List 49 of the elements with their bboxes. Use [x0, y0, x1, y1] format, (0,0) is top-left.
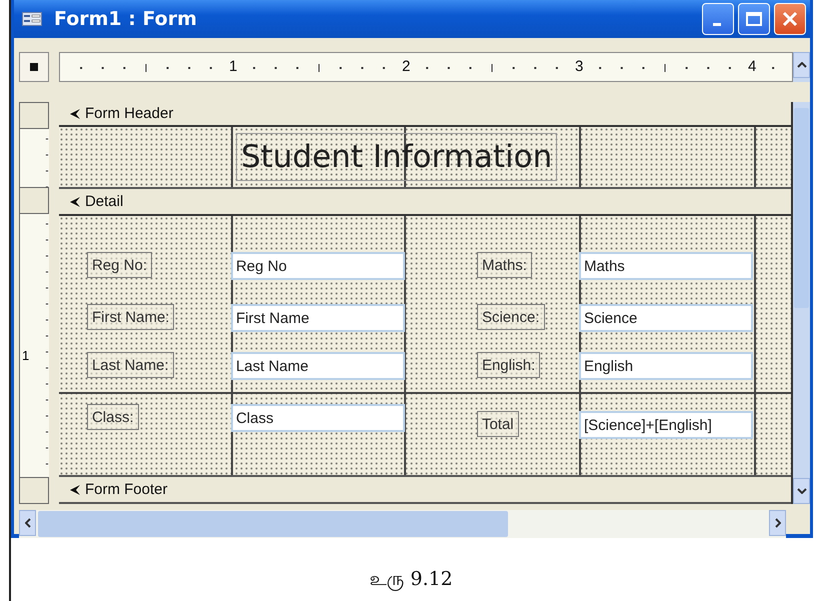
close-button[interactable]: [774, 3, 806, 35]
section-bar[interactable]: Form Footer: [58, 475, 791, 504]
section-arrow-icon: [68, 484, 81, 496]
scroll-left-button[interactable]: [19, 510, 36, 536]
field-label[interactable]: Total: [476, 411, 519, 437]
text-box[interactable]: [Science]+[English]: [578, 411, 753, 439]
section-arrow-icon: [68, 108, 81, 120]
section-label: Detail: [84, 193, 124, 210]
window-title: Form1 : Form: [54, 8, 198, 30]
maximize-button[interactable]: [738, 3, 770, 35]
field-label[interactable]: First Name:: [86, 304, 174, 330]
minimize-button[interactable]: [702, 3, 734, 35]
band-selector[interactable]: [19, 477, 49, 504]
section-arrow-icon: [68, 196, 81, 208]
ruler-number: 3: [574, 58, 584, 75]
minimize-icon: [713, 23, 723, 27]
field-label[interactable]: Class:: [86, 404, 139, 430]
close-icon: [782, 11, 798, 27]
ruler-number: 2: [402, 58, 410, 75]
text-box[interactable]: Maths: [578, 252, 753, 280]
field-label[interactable]: Maths:: [476, 252, 532, 278]
form-selector[interactable]: [19, 52, 49, 82]
band-selector[interactable]: [19, 102, 49, 129]
form-icon: [22, 12, 42, 26]
text-box[interactable]: First Name: [230, 304, 405, 332]
scroll-down-button[interactable]: [793, 478, 810, 504]
horizontal-scrollbar[interactable]: [19, 510, 786, 538]
ruler-number: 1: [22, 348, 30, 363]
text-box[interactable]: Class: [230, 404, 405, 432]
text-box[interactable]: Science: [578, 304, 753, 332]
text-box[interactable]: Last Name: [230, 352, 405, 380]
ruler-number: 4: [748, 58, 756, 75]
vertical-scrollbar[interactable]: [793, 102, 810, 504]
field-label[interactable]: Last Name:: [86, 352, 174, 378]
vertical-ruler: [19, 129, 49, 187]
ruler-number: 1: [228, 58, 238, 75]
section-bar[interactable]: Detail: [58, 187, 791, 216]
text-box[interactable]: English: [578, 352, 753, 380]
figure-caption: உரு 9.12: [368, 568, 454, 592]
scroll-right-button[interactable]: [769, 510, 786, 536]
field-label[interactable]: English:: [476, 352, 540, 378]
section-label: Form Header: [84, 105, 174, 122]
maximize-icon: [746, 12, 762, 26]
field-label[interactable]: Science:: [476, 304, 544, 330]
scroll-up-button[interactable]: [793, 52, 810, 78]
section-label: Form Footer: [84, 481, 168, 498]
field-label[interactable]: Reg No:: [86, 252, 152, 278]
text-box[interactable]: Reg No: [230, 252, 405, 280]
band-selector[interactable]: [19, 187, 49, 214]
